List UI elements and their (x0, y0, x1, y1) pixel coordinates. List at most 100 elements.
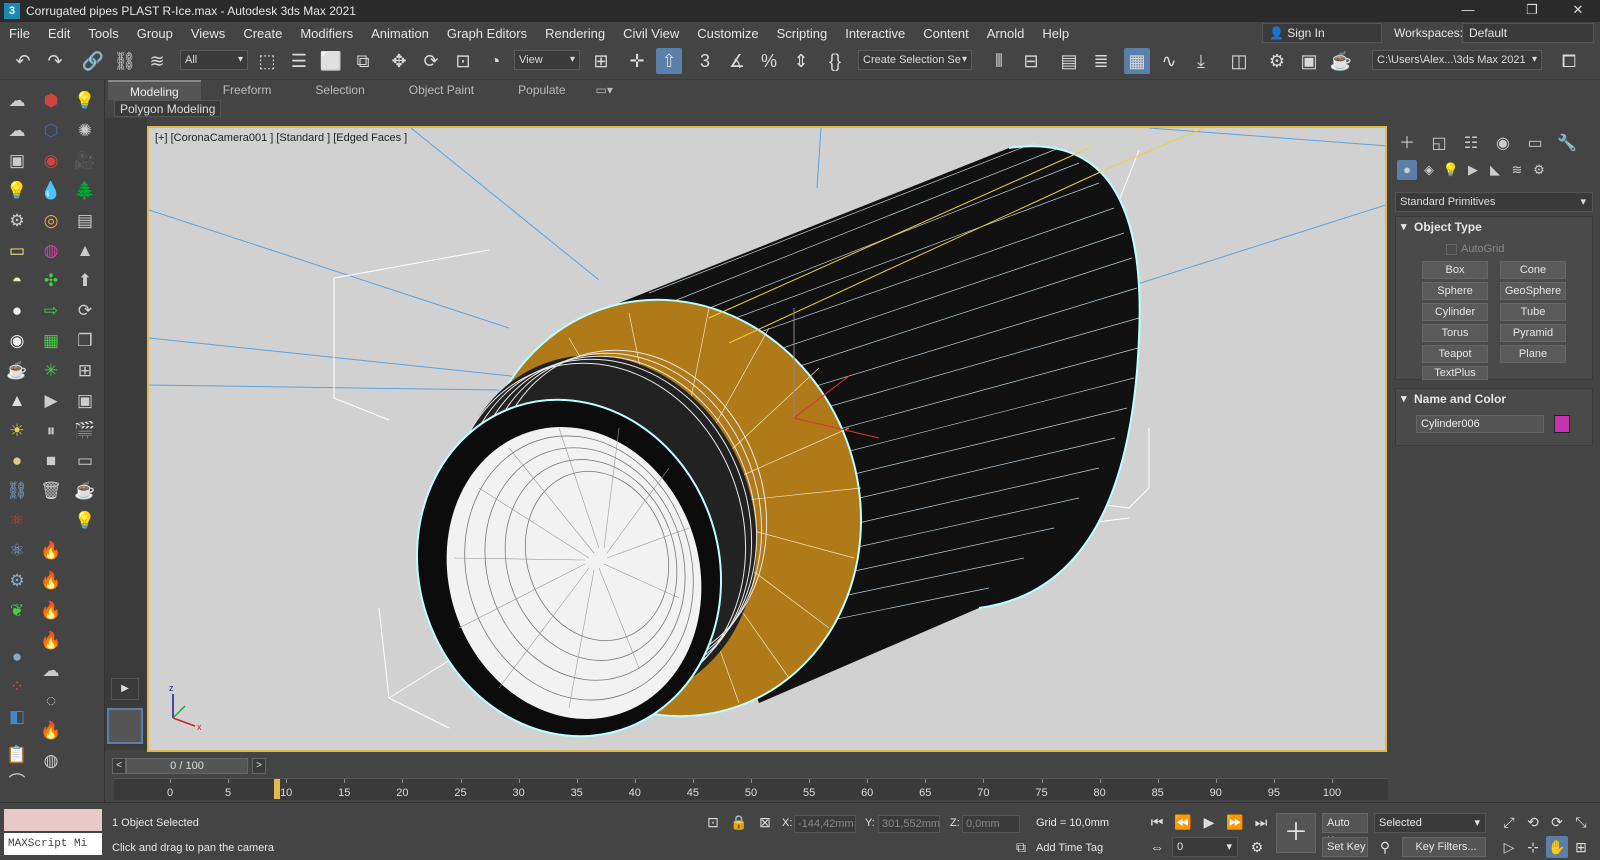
snaps-toggle-icon[interactable]: 3 (692, 48, 718, 74)
menu-civil-view[interactable]: Civil View (614, 26, 688, 41)
autogrid-checkbox[interactable]: AutoGrid (1446, 243, 1504, 255)
helpers-category-icon[interactable]: ◣ (1485, 160, 1505, 180)
placement-icon[interactable]: ◔ (482, 48, 508, 74)
flame-4-icon[interactable]: 🔥 (38, 628, 64, 654)
cameras-category-icon[interactable]: ▶ (1463, 160, 1483, 180)
picture-icon[interactable]: ▣ (4, 148, 30, 174)
next-key-icon[interactable]: ⏩ (1224, 811, 1246, 833)
cog-icon[interactable]: ⚙ (4, 568, 30, 594)
toggle-icon[interactable]: ◧ (4, 704, 30, 730)
sign-in-dropdown[interactable]: 👤 Sign In (1262, 23, 1382, 43)
go-to-start-icon[interactable]: ⏮ (1146, 811, 1168, 833)
time-tag-icon[interactable]: ⧉ (1010, 836, 1032, 858)
play-animation-icon[interactable]: ▶ (1198, 811, 1220, 833)
flame-icon[interactable]: 🔥 (38, 538, 64, 564)
lights-category-icon[interactable]: 💡 (1441, 160, 1461, 180)
hierarchy-tab-icon[interactable]: ☷ (1459, 132, 1483, 156)
object-color-swatch[interactable] (1554, 415, 1570, 433)
teapot-icon[interactable]: ☕ (4, 358, 30, 384)
bulb-outline-icon[interactable]: 💡 (72, 508, 98, 534)
molecule-icon[interactable]: ⚛ (4, 508, 30, 534)
viewport-layout-thumbnail[interactable] (107, 708, 143, 744)
dolly-icon[interactable]: ▷ (1498, 836, 1520, 858)
menu-views[interactable]: Views (182, 26, 234, 41)
textplus-button[interactable]: TextPlus (1422, 366, 1488, 380)
track-bar[interactable]: 0 5 10 15 20 25 30 35 40 45 50 55 60 65 70 75 80 85 90 95 10… (114, 778, 1388, 800)
smoke-icon[interactable]: ☁ (38, 658, 64, 684)
primitive-category-dropdown[interactable]: Standard Primitives (1395, 192, 1593, 212)
unlink-icon[interactable]: ⛓ (112, 48, 138, 74)
film-icon[interactable]: ▣ (72, 388, 98, 414)
kettle-icon[interactable]: ☕ (72, 478, 98, 504)
window-crossing-icon[interactable]: ⧉ (350, 48, 376, 74)
previous-frame-icon[interactable]: < (112, 758, 126, 774)
rings-icon[interactable]: ◎ (38, 208, 64, 234)
orbit-icon[interactable]: ⟲ (1522, 811, 1544, 833)
tube-button[interactable]: Tube (1500, 303, 1566, 321)
layers-icon[interactable]: ❐ (72, 328, 98, 354)
sun-icon[interactable]: ☀ (4, 418, 30, 444)
cone-icon[interactable]: ▲ (4, 388, 30, 414)
clipboard-icon[interactable]: 📋 (4, 742, 30, 768)
menu-create[interactable]: Create (234, 26, 291, 41)
tab-selection[interactable]: Selection (293, 80, 386, 100)
trees-icon[interactable]: 🌲 (72, 178, 98, 204)
ribbon-options-icon[interactable]: ▭▾ (588, 80, 621, 100)
workspace-dropdown[interactable]: Default (1462, 23, 1594, 43)
align-icon[interactable]: ⊟ (1018, 48, 1044, 74)
swirl-icon[interactable]: ◌ (38, 688, 64, 714)
menu-content[interactable]: Content (914, 26, 978, 41)
pan-icon[interactable]: ⟳ (1546, 811, 1568, 833)
particles-icon[interactable]: ✳ (38, 358, 64, 384)
project-folder-icon[interactable]: ⧠ (1556, 48, 1582, 74)
close-icon[interactable]: ✕ (1556, 0, 1600, 22)
cylinder-button[interactable]: Cylinder (1422, 303, 1488, 321)
box-button[interactable]: Box (1422, 261, 1488, 279)
curve-editor-icon[interactable]: ∿ (1156, 48, 1182, 74)
gear-sliders-icon[interactable]: ⚙ (4, 208, 30, 234)
grid-icon[interactable]: ▦ (38, 328, 64, 354)
menu-file[interactable]: File (0, 26, 39, 41)
globe-icon[interactable]: ● (4, 644, 30, 670)
redo-icon[interactable]: ↷ (42, 48, 68, 74)
menu-graph-editors[interactable]: Graph Editors (438, 26, 536, 41)
sphere-button[interactable]: Sphere (1422, 282, 1488, 300)
box-icon[interactable]: ⬢ (38, 88, 64, 114)
book-icon[interactable]: ▤ (72, 208, 98, 234)
next-frame-icon[interactable]: > (252, 758, 266, 774)
selection-filter-dropdown[interactable]: All (180, 50, 248, 70)
grass-icon[interactable]: ❦ (4, 598, 30, 624)
select-by-name-icon[interactable]: ☰ (286, 48, 312, 74)
y-coordinate-field[interactable]: 301,552mm (878, 815, 940, 833)
camera-viewport[interactable]: z x [+] [CoronaCamera001 ] [Standard ] [… (147, 126, 1387, 752)
plane-icon[interactable]: ▭ (4, 238, 30, 264)
minimize-icon[interactable]: — (1446, 0, 1490, 22)
tab-freeform[interactable]: Freeform (201, 80, 294, 100)
monitor-icon[interactable]: ▭ (72, 448, 98, 474)
pyramid-icon[interactable]: ▲ (72, 238, 98, 264)
color-dots-icon[interactable]: ⁘ (4, 674, 30, 700)
key-mode-dropdown[interactable]: Selected (1374, 813, 1486, 833)
tab-object-paint[interactable]: Object Paint (387, 80, 496, 100)
menu-arnold[interactable]: Arnold (978, 26, 1034, 41)
network-icon[interactable]: ✣ (38, 268, 64, 294)
go-to-end-icon[interactable]: ⏭ (1250, 811, 1272, 833)
isolate-selection-icon[interactable]: ⊡ (702, 811, 724, 833)
move-icon[interactable]: ✥ (386, 48, 412, 74)
x-coordinate-field[interactable]: -144,42mm (794, 815, 856, 833)
undo-icon[interactable]: ↶ (10, 48, 36, 74)
object-type-header[interactable]: Object Type (1396, 217, 1592, 237)
systems-category-icon[interactable]: ⚙ (1529, 160, 1549, 180)
time-configuration-icon[interactable]: ⚙ (1246, 836, 1268, 858)
water-drop-icon[interactable]: 💧 (38, 178, 64, 204)
mirror-icon[interactable]: ⫴ (986, 48, 1012, 74)
frame-icon[interactable]: ⊞ (72, 358, 98, 384)
cloud-icon[interactable]: ☁ (4, 118, 30, 144)
arrow-right-icon[interactable]: ⇨ (38, 298, 64, 324)
geometry-category-icon[interactable]: ● (1397, 160, 1417, 180)
create-geometry-icon[interactable]: ☁ (4, 88, 30, 114)
modify-tab-icon[interactable]: ◱ (1427, 132, 1451, 156)
set-key-big-icon[interactable]: ＋ (1276, 813, 1316, 853)
object-name-field[interactable]: Cylinder006 (1416, 415, 1544, 433)
schematic-view-icon[interactable]: ⤓ (1188, 48, 1214, 74)
